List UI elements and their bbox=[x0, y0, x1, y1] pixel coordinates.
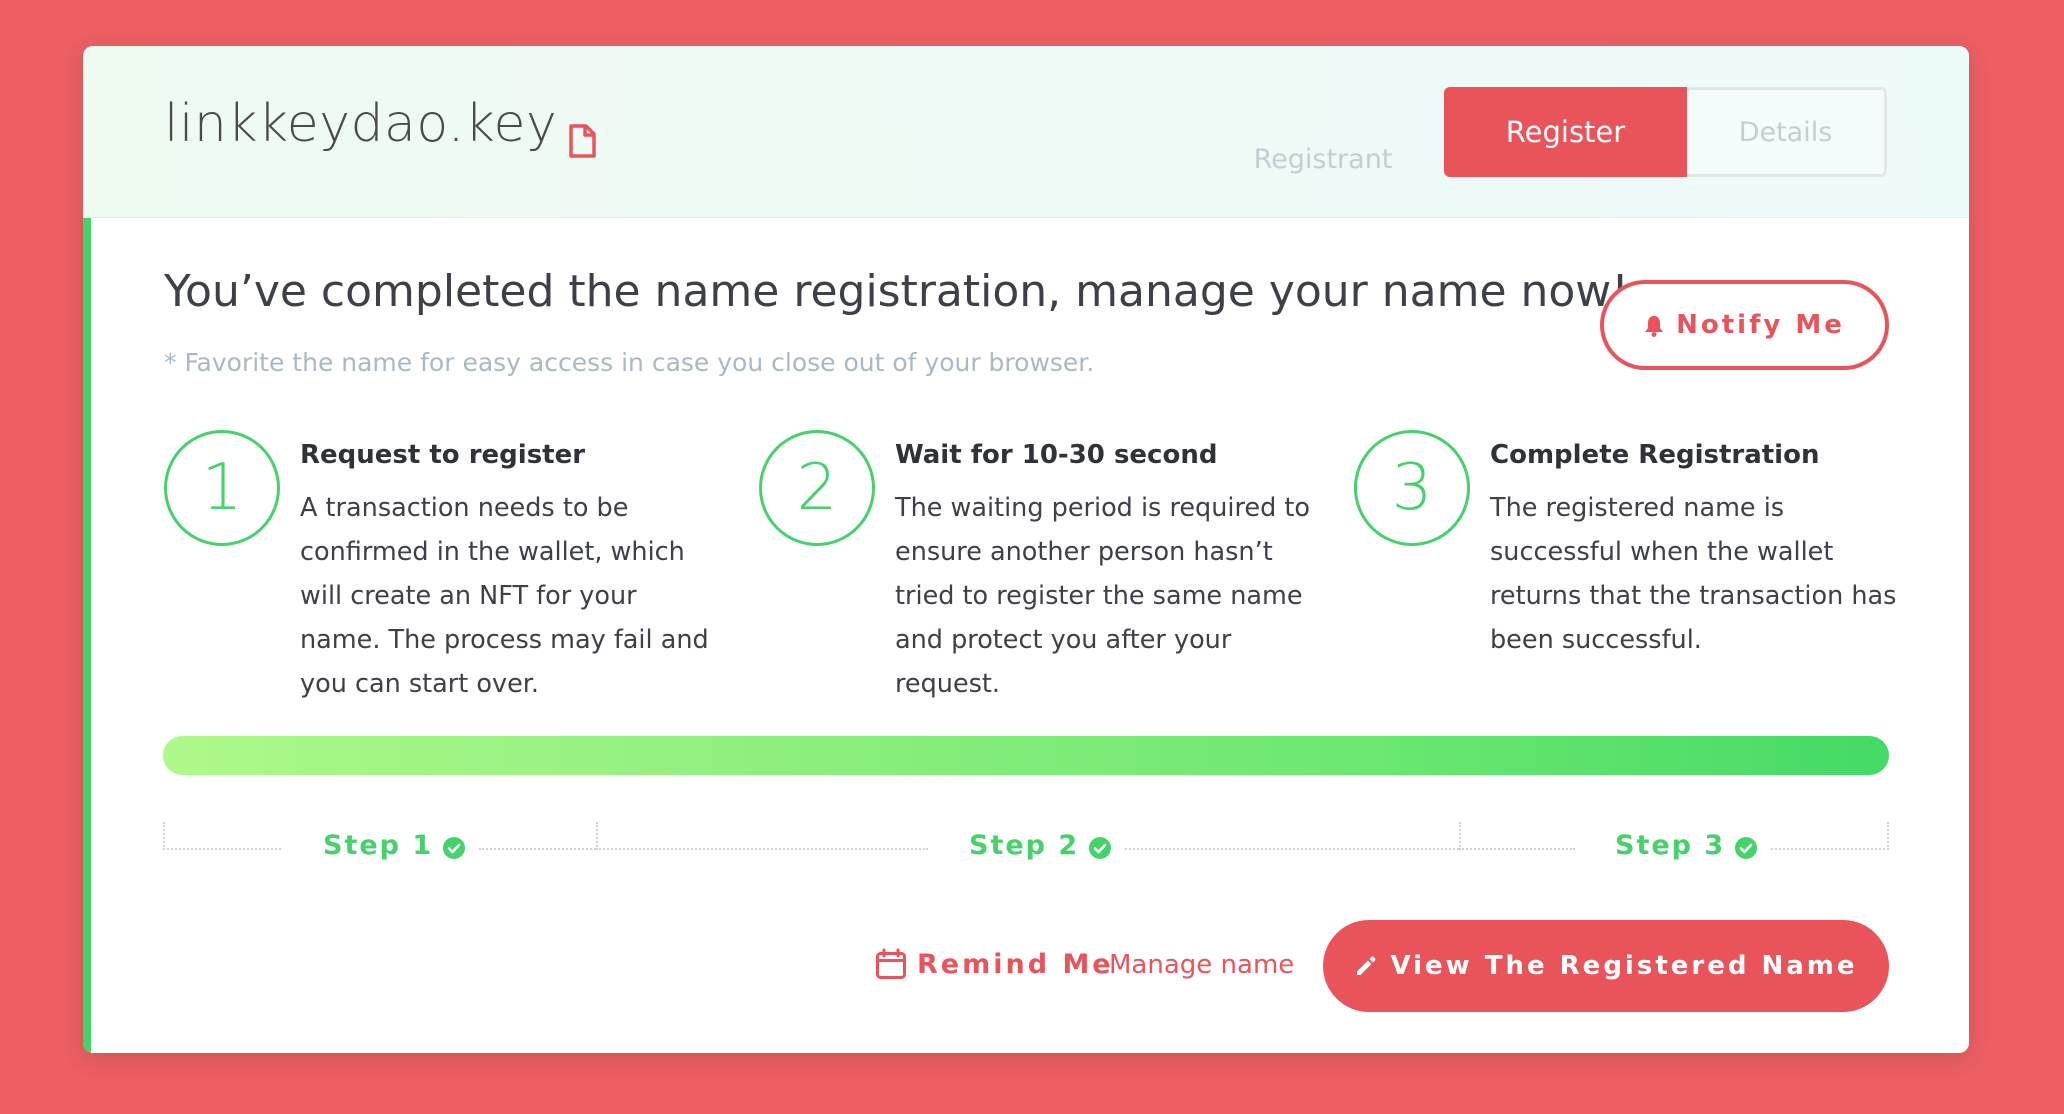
domain-title: linkkeydao.key bbox=[164, 94, 597, 158]
step-description: The waiting period is required to ensure… bbox=[895, 493, 1310, 699]
step-marker-2: Step 2 bbox=[969, 830, 1112, 861]
check-circle-icon bbox=[443, 835, 466, 859]
marker-dotted-line bbox=[596, 848, 928, 850]
notify-me-label: Notify Me bbox=[1676, 310, 1845, 340]
check-circle-icon bbox=[1089, 835, 1112, 859]
step-marker-label: Step 3 bbox=[1615, 830, 1726, 861]
tab-registrant[interactable]: Registrant bbox=[1223, 114, 1423, 204]
step-card-1: 1 Request to register A transaction need… bbox=[164, 430, 724, 730]
view-registered-name-button[interactable]: View The Registered Name bbox=[1323, 920, 1889, 1012]
domain-name: linkkeydao.key bbox=[164, 94, 558, 154]
step-marker-label: Step 2 bbox=[969, 830, 1080, 861]
step-description: The registered name is successful when t… bbox=[1490, 493, 1897, 655]
marker-dotted-line bbox=[163, 848, 281, 850]
step-marker-3: Step 3 bbox=[1615, 830, 1758, 861]
manage-name-link[interactable]: Manage name bbox=[1109, 950, 1294, 980]
step-marker-1: Step 1 bbox=[323, 830, 466, 861]
check-circle-icon bbox=[1735, 835, 1758, 859]
tab-details[interactable]: Details bbox=[1687, 87, 1887, 177]
tab-register[interactable]: Register bbox=[1444, 87, 1687, 177]
view-registered-name-label: View The Registered Name bbox=[1390, 951, 1858, 981]
step-marker-label: Step 1 bbox=[323, 830, 434, 861]
step-title: Wait for 10-30 second bbox=[895, 440, 1218, 470]
step-description: A transaction needs to be confirmed in t… bbox=[300, 493, 709, 699]
document-icon[interactable] bbox=[567, 111, 597, 158]
calendar-icon bbox=[875, 948, 907, 980]
marker-tick bbox=[1887, 822, 1889, 850]
step-card-3: 3 Complete Registration The registered n… bbox=[1354, 430, 1914, 730]
marker-dotted-line bbox=[479, 848, 596, 850]
remind-me-link[interactable]: Remind Me bbox=[875, 948, 1114, 980]
step-number-circle: 1 bbox=[164, 430, 280, 546]
marker-dotted-line bbox=[1125, 848, 1459, 850]
step-markers: Step 1 Step 2 Step 3 bbox=[163, 818, 1889, 878]
marker-tick bbox=[596, 822, 598, 850]
registration-card: linkkeydao.key Registrant Register Detai… bbox=[83, 46, 1969, 1053]
bell-icon bbox=[1644, 314, 1664, 337]
notify-me-button[interactable]: Notify Me bbox=[1600, 280, 1889, 370]
card-header: linkkeydao.key Registrant Register Detai… bbox=[83, 46, 1969, 218]
step-title: Request to register bbox=[300, 440, 586, 470]
step-number-circle: 3 bbox=[1354, 430, 1470, 546]
registration-progress-bar bbox=[163, 736, 1889, 775]
pencil-icon bbox=[1354, 954, 1378, 978]
page-headline: You’ve completed the name registration, … bbox=[164, 266, 1629, 317]
step-title: Complete Registration bbox=[1490, 440, 1820, 470]
favorite-note: * Favorite the name for easy access in c… bbox=[164, 348, 1095, 377]
marker-tick bbox=[1459, 822, 1461, 850]
marker-dotted-line bbox=[1771, 848, 1889, 850]
step-number-circle: 2 bbox=[759, 430, 875, 546]
remind-me-label: Remind Me bbox=[917, 948, 1114, 980]
step-card-2: 2 Wait for 10-30 second The waiting peri… bbox=[759, 430, 1319, 730]
marker-tick bbox=[163, 822, 165, 850]
marker-dotted-line bbox=[1459, 848, 1575, 850]
